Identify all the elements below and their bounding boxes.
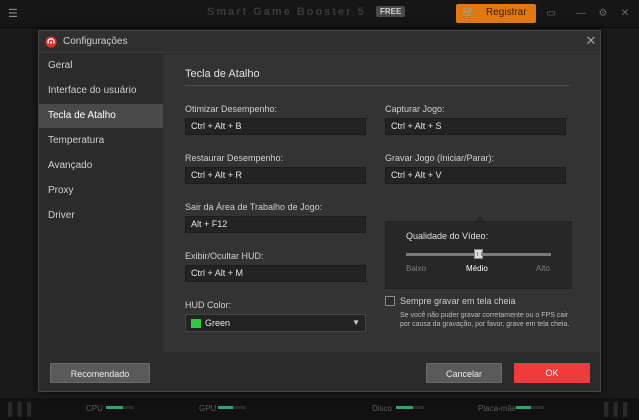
gpu-label: GPU (199, 404, 217, 413)
motherboard-label: Placa-mãe (478, 404, 517, 413)
always-record-hint: Se você não puder gravar corretamente ou… (400, 312, 570, 328)
video-quality-panel: Qualidade do Vídeo: Baixo Médio Alto (385, 221, 572, 289)
video-quality-slider-thumb[interactable] (474, 249, 483, 259)
app-title: Smart Game Booster 5 (207, 6, 366, 18)
exit-workspace-label: Sair da Área de Trabalho de Jogo: (185, 202, 323, 212)
cart-icon: 🛒 (462, 7, 475, 18)
sidebar-item-user-interface[interactable]: Interface do usuário (39, 79, 163, 103)
record-hotkey-input[interactable]: Ctrl + Alt + V (385, 167, 566, 184)
always-record-label[interactable]: Sempre gravar em tela cheia (400, 296, 516, 306)
dialog-close-icon[interactable]: ✕ (583, 33, 599, 49)
record-label: Gravar Jogo (Iniciar/Parar): (385, 153, 495, 163)
quality-option-medium[interactable]: Médio (466, 264, 488, 273)
cpu-label: CPU (86, 404, 103, 413)
menu-icon[interactable]: ☰ (8, 9, 20, 20)
settings-dialog: Configurações ✕ Geral Interface do usuár… (38, 30, 601, 392)
quality-option-low[interactable]: Baixo (406, 264, 426, 273)
cpu-meter (106, 406, 134, 409)
sidebar-item-proxy[interactable]: Proxy (39, 179, 163, 203)
dialog-title: Configurações (63, 36, 128, 47)
main-window-titlebar: ☰ Smart Game Booster 5 FREE 🛒 Registrar … (0, 0, 639, 28)
ok-button[interactable]: OK (514, 363, 590, 383)
sidebar-item-general[interactable]: Geral (39, 54, 163, 78)
minimize-icon[interactable]: — (574, 7, 588, 21)
capture-hotkey-input[interactable]: Ctrl + Alt + S (385, 118, 566, 135)
free-badge: FREE (376, 6, 406, 17)
feedback-icon[interactable]: ▭ (544, 7, 558, 21)
toggle-hud-hotkey-input[interactable]: Ctrl + Alt + M (185, 265, 366, 282)
dialog-titlebar: Configurações ✕ (39, 31, 600, 53)
quality-option-high[interactable]: Alto (536, 264, 550, 273)
sidebar-item-driver[interactable]: Driver (39, 204, 163, 228)
restore-hotkey-input[interactable]: Ctrl + Alt + R (185, 167, 366, 184)
sidebar-item-advanced[interactable]: Avançado (39, 154, 163, 178)
register-label: Registrar (486, 7, 527, 18)
optimize-label: Otimizar Desempenho: (185, 104, 278, 114)
sidebar-item-hotkeys[interactable]: Tecla de Atalho (39, 104, 163, 128)
hud-color-value: Green (205, 318, 231, 328)
video-quality-label: Qualidade do Vídeo: (406, 231, 489, 241)
exit-workspace-hotkey-input[interactable]: Alt + F12 (185, 216, 366, 233)
dialog-footer: Recomendado Cancelar OK (39, 352, 600, 391)
disk-label: Disco (372, 404, 393, 413)
capture-label: Capturar Jogo: (385, 104, 445, 114)
window-close-icon[interactable]: ✕ (618, 7, 632, 21)
settings-icon[interactable]: ⚙ (596, 7, 610, 21)
recommended-button[interactable]: Recomendado (50, 363, 150, 383)
optimize-hotkey-input[interactable]: Ctrl + Alt + B (185, 118, 366, 135)
restore-label: Restaurar Desempenho: (185, 153, 284, 163)
gpu-meter (218, 406, 246, 409)
register-button[interactable]: 🛒 Registrar (456, 4, 536, 23)
hud-color-swatch (191, 319, 201, 328)
decor-stripes-left-icon: ▌▌▌ (8, 402, 37, 416)
cancel-button[interactable]: Cancelar (426, 363, 502, 383)
hotkeys-panel: Tecla de Atalho Otimizar Desempenho: Ctr… (163, 54, 600, 352)
hud-color-label: HUD Color: (185, 300, 232, 310)
hud-color-select[interactable]: Green ▼ (185, 314, 366, 332)
chevron-down-icon: ▼ (352, 318, 360, 327)
toggle-hud-label: Exibir/Ocultar HUD: (185, 251, 264, 261)
app-logo-icon (45, 36, 57, 48)
decor-stripes-right-icon: ▌▌▌ (604, 402, 633, 416)
disk-meter (396, 406, 424, 409)
settings-sidebar: Geral Interface do usuário Tecla de Atal… (39, 54, 163, 352)
section-divider (185, 85, 570, 86)
section-title: Tecla de Atalho (185, 68, 260, 80)
always-record-checkbox[interactable] (385, 296, 395, 306)
motherboard-meter (516, 406, 544, 409)
sidebar-item-temperature[interactable]: Temperatura (39, 129, 163, 153)
